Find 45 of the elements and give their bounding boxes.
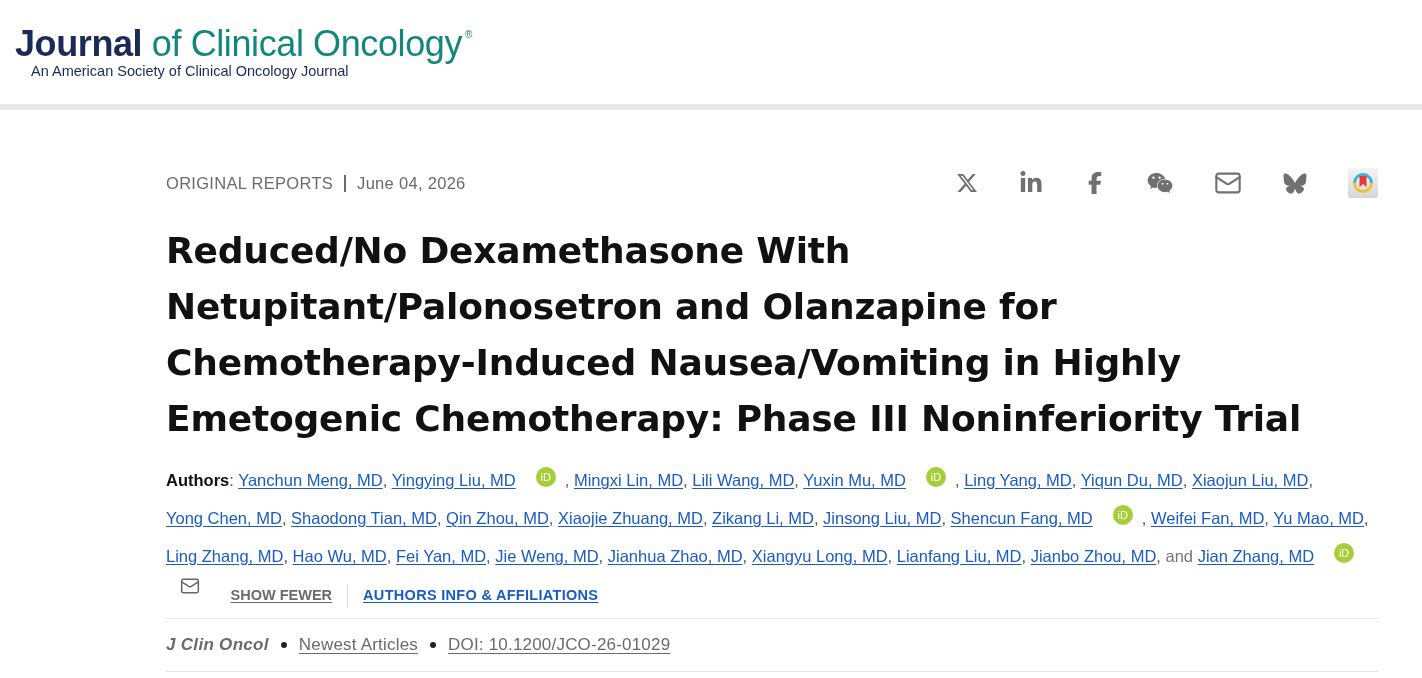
author-link[interactable]: Fei Yan, MD bbox=[395, 547, 487, 565]
author-link[interactable]: Xiangyu Long, MD bbox=[751, 547, 888, 565]
doi-link[interactable]: DOI: 10.1200/JCO-26-01029 bbox=[448, 635, 671, 655]
author-link[interactable]: Ling Yang, MD bbox=[964, 471, 1072, 489]
author-link[interactable]: Weifei Fan, MD bbox=[1150, 509, 1265, 527]
bullet-icon bbox=[430, 642, 436, 648]
bookmark-ring-icon[interactable] bbox=[1348, 168, 1378, 198]
article-title: Reduced/No Dexamethasone With Netupitant/Palonosetron and Olanzapine for Chemotherapy-Induced Nausea/Vomiting in Highly Emetogenic Chemotherapy: Phase III Noninferiority Trial bbox=[166, 229, 1303, 441]
author-link[interactable]: Lili Wang, MD bbox=[692, 471, 795, 489]
journal-logo-title[interactable]: Journal of Clinical Oncology$^{®}$ bbox=[15, 16, 472, 63]
author-link[interactable]: Yiqun Du, MD bbox=[1080, 471, 1183, 489]
author-link[interactable]: Jie Weng, MD bbox=[495, 547, 599, 565]
bullet-icon bbox=[280, 642, 287, 648]
author-link[interactable]: Jian Zhang, MD bbox=[1197, 547, 1315, 565]
journal-abbreviation: J Clin Oncol bbox=[166, 635, 269, 655]
x-letter-icon[interactable] bbox=[956, 172, 978, 194]
author-link[interactable]: Shencun Fang, MD bbox=[950, 509, 1093, 527]
author-link[interactable]: Yanchun Meng, MD bbox=[238, 471, 383, 489]
author-link[interactable]: Mingxi Lin, MD bbox=[573, 471, 684, 489]
affiliations-link[interactable]: AUTHORS INFO & AFFILIATIONS bbox=[363, 587, 599, 603]
author-link[interactable]: Yong Chen, MD bbox=[166, 509, 282, 527]
show-fewer-button[interactable]: SHOW FEWER bbox=[230, 587, 333, 603]
author-link[interactable]: Xiaojun Liu, MD bbox=[1191, 471, 1309, 489]
in-letters-icon[interactable] bbox=[1019, 171, 1043, 195]
chat-bubbles-icon[interactable] bbox=[1147, 170, 1173, 196]
author-link[interactable]: Yuxin Mu, MD bbox=[803, 471, 906, 489]
author-link[interactable]: Lianfang Liu, MD bbox=[896, 547, 1022, 565]
author-list: Authors: Yanchun Meng, MD, Yingying Liu, MD iD , Mingxi Lin, MD, Lili Wang, MD, Yuxin Mu, MD iD , Ling Yang, MD, Yiqun Du, MD, Xiaojun Liu, MD, Yong Chen, MD, Shaodong Tian, MD, Qin Zhou, MD, Xiaojie Zhuang, MD, Zikang Li, MD, Jinsong Liu, MD, Shencun Fang, MD iD , Weifei Fan, MD, Yu Mao, MD, Ling Zhang, MD, Hao Wu, MD, Fei Yan, MD, Jie Weng, MD, Jianhua Zhao, MD, Xiangyu Long, MD, Lianfang Liu, MD, Jianbo Zhou, MD, and Jian Zhang, MD iD SHOW FEWER AUTHORS INFO & AFFILIATIONS bbox=[166, 461, 1378, 614]
author-link[interactable]: Jinsong Liu, MD bbox=[823, 509, 942, 527]
article-type: ORIGINAL REPORTS bbox=[166, 173, 334, 193]
author-link[interactable]: Shaodong Tian, MD bbox=[291, 509, 437, 527]
author-link[interactable]: Zikang Li, MD bbox=[712, 509, 814, 527]
butterfly-icon[interactable] bbox=[1283, 172, 1307, 194]
mail-icon[interactable] bbox=[180, 576, 200, 596]
author-link[interactable]: Jianhua Zhao, MD bbox=[607, 547, 743, 565]
author-link[interactable]: Ling Zhang, MD bbox=[166, 547, 284, 565]
author-link[interactable]: Yu Mao, MD bbox=[1273, 509, 1364, 527]
author-link[interactable]: Hao Wu, MD bbox=[292, 547, 387, 565]
author-link[interactable]: Yingying Liu, MD bbox=[391, 471, 516, 489]
section-link[interactable]: Newest Articles bbox=[298, 635, 418, 655]
author-link[interactable]: Xiaojie Zhuang, MD bbox=[558, 509, 703, 527]
author-link[interactable]: Qin Zhou, MD bbox=[446, 509, 549, 527]
author-link[interactable]: Jianbo Zhou, MD bbox=[1030, 547, 1157, 565]
journal-tagline: An American Society of Clinical Oncology Journal bbox=[31, 63, 349, 80]
publish-date: June 04, 2026 bbox=[357, 173, 466, 193]
